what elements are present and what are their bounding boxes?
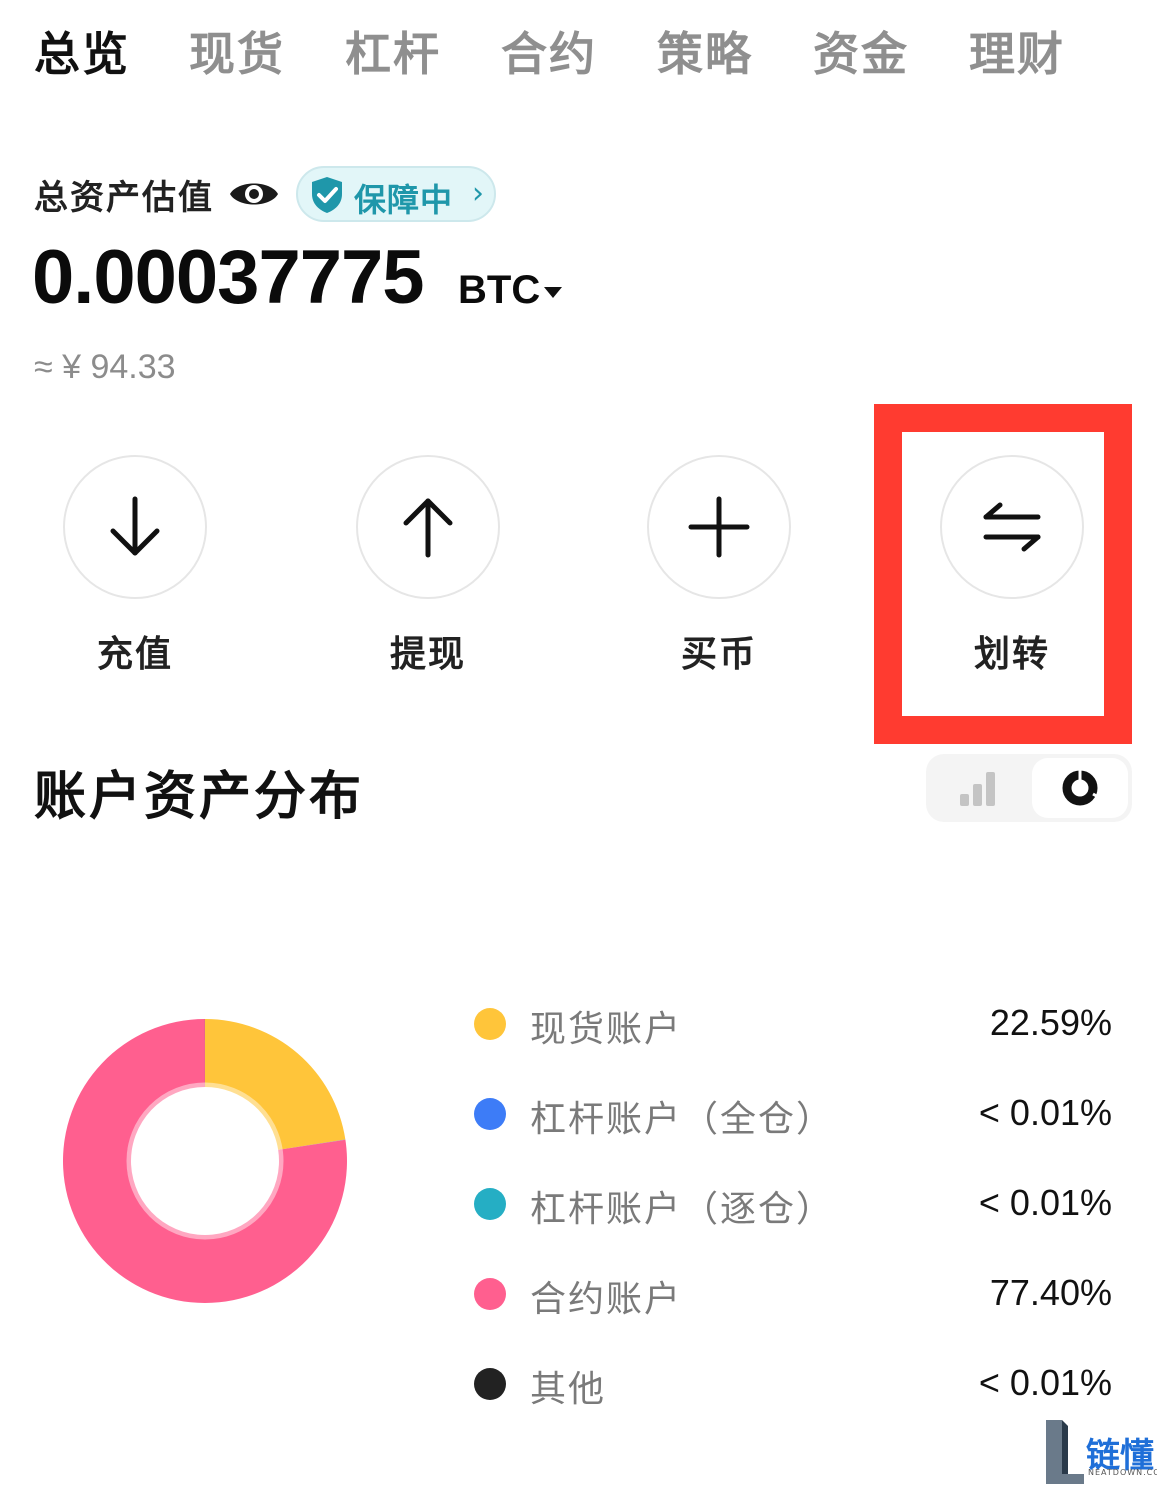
transfer-icon	[983, 502, 1041, 552]
transfer-circle[interactable]	[940, 455, 1084, 599]
chart-view-toggle	[926, 754, 1132, 822]
buy-crypto-label: 买币	[680, 634, 757, 675]
legend-label: 杠杆账户（逐仓）	[530, 1189, 835, 1230]
buy-crypto-circle[interactable]	[647, 455, 791, 599]
tab-margin[interactable]: 杠杆	[345, 18, 441, 84]
legend-dot	[474, 1188, 506, 1220]
legend-dot	[474, 1368, 506, 1400]
transfer-label: 划转	[973, 634, 1050, 675]
total-asset-label: 总资产估值	[34, 178, 214, 218]
tab-overview[interactable]: 总览	[34, 18, 130, 84]
tab-futures[interactable]: 合约	[501, 18, 597, 84]
deposit-button[interactable]: 充值	[63, 455, 207, 675]
legend-dot	[474, 1278, 506, 1310]
arrow-down-icon	[110, 496, 160, 556]
legend-label: 杠杆账户（全仓）	[530, 1099, 835, 1140]
legend-label: 合约账户	[530, 1279, 683, 1320]
legend-value: < 0.01%	[978, 1092, 1112, 1133]
asset-approx-cny: ≈ ¥ 94.33	[34, 348, 176, 386]
protection-badge-label: 保障中	[354, 181, 454, 219]
legend-value: 77.40%	[989, 1272, 1112, 1313]
legend-item: 杠杆账户（全仓） < 0.01%	[470, 1080, 1120, 1150]
tab-spot[interactable]: 现货	[189, 18, 285, 84]
withdraw-label: 提现	[389, 634, 466, 675]
withdraw-button[interactable]: 提现	[356, 455, 500, 675]
legend-value: 22.59%	[989, 1002, 1112, 1043]
section-title-distribution: 账户资产分布	[34, 767, 365, 827]
shield-check-icon	[310, 176, 344, 214]
chevron-right-icon: ›	[472, 176, 484, 211]
transfer-button[interactable]: 划转	[940, 455, 1084, 675]
tab-strategy[interactable]: 策略	[657, 18, 753, 84]
legend-dot	[474, 1098, 506, 1130]
legend-dot	[474, 1008, 506, 1040]
watermark-subtext: NEATDOWN.COM	[1088, 1468, 1157, 1477]
legend-item: 其他 < 0.01%	[470, 1350, 1120, 1420]
legend-label: 现货账户	[530, 1009, 683, 1050]
donut-chart-icon	[1062, 768, 1100, 806]
legend-item: 杠杆账户（逐仓） < 0.01%	[470, 1170, 1120, 1240]
account-distribution-donut	[62, 1019, 347, 1303]
plus-icon	[688, 496, 750, 558]
legend-label: 其他	[530, 1369, 607, 1410]
bar-view-option[interactable]	[926, 754, 1028, 822]
buy-crypto-button[interactable]: 买币	[647, 455, 791, 675]
bar-chart-icon	[960, 772, 995, 806]
asset-unit-selector[interactable]: BTC	[458, 268, 540, 313]
watermark-logo: 链懂 NEATDOWN.COM	[1040, 1416, 1157, 1486]
donut-view-option[interactable]	[1032, 758, 1128, 818]
legend-value: < 0.01%	[978, 1182, 1112, 1223]
legend-item: 合约账户 77.40%	[470, 1260, 1120, 1330]
top-tab-bar: 总览 现货 杠杆 合约 策略 资金 理财	[0, 0, 1157, 100]
tab-earn[interactable]: 理财	[969, 18, 1065, 84]
deposit-circle[interactable]	[63, 455, 207, 599]
legend-item: 现货账户 22.59%	[470, 990, 1120, 1060]
protection-badge[interactable]: 保障中 ›	[296, 166, 496, 222]
legend-value: < 0.01%	[978, 1362, 1112, 1403]
caret-down-icon[interactable]	[542, 284, 564, 300]
total-asset-amount: 0.00037775	[32, 235, 425, 320]
logo-l-mark	[1046, 1420, 1084, 1484]
donut-inner-ring	[126, 1082, 284, 1240]
eye-icon[interactable]	[228, 174, 280, 214]
withdraw-circle[interactable]	[356, 455, 500, 599]
arrow-up-icon	[403, 498, 453, 558]
tab-funding[interactable]: 资金	[813, 18, 909, 84]
deposit-label: 充值	[96, 634, 173, 675]
